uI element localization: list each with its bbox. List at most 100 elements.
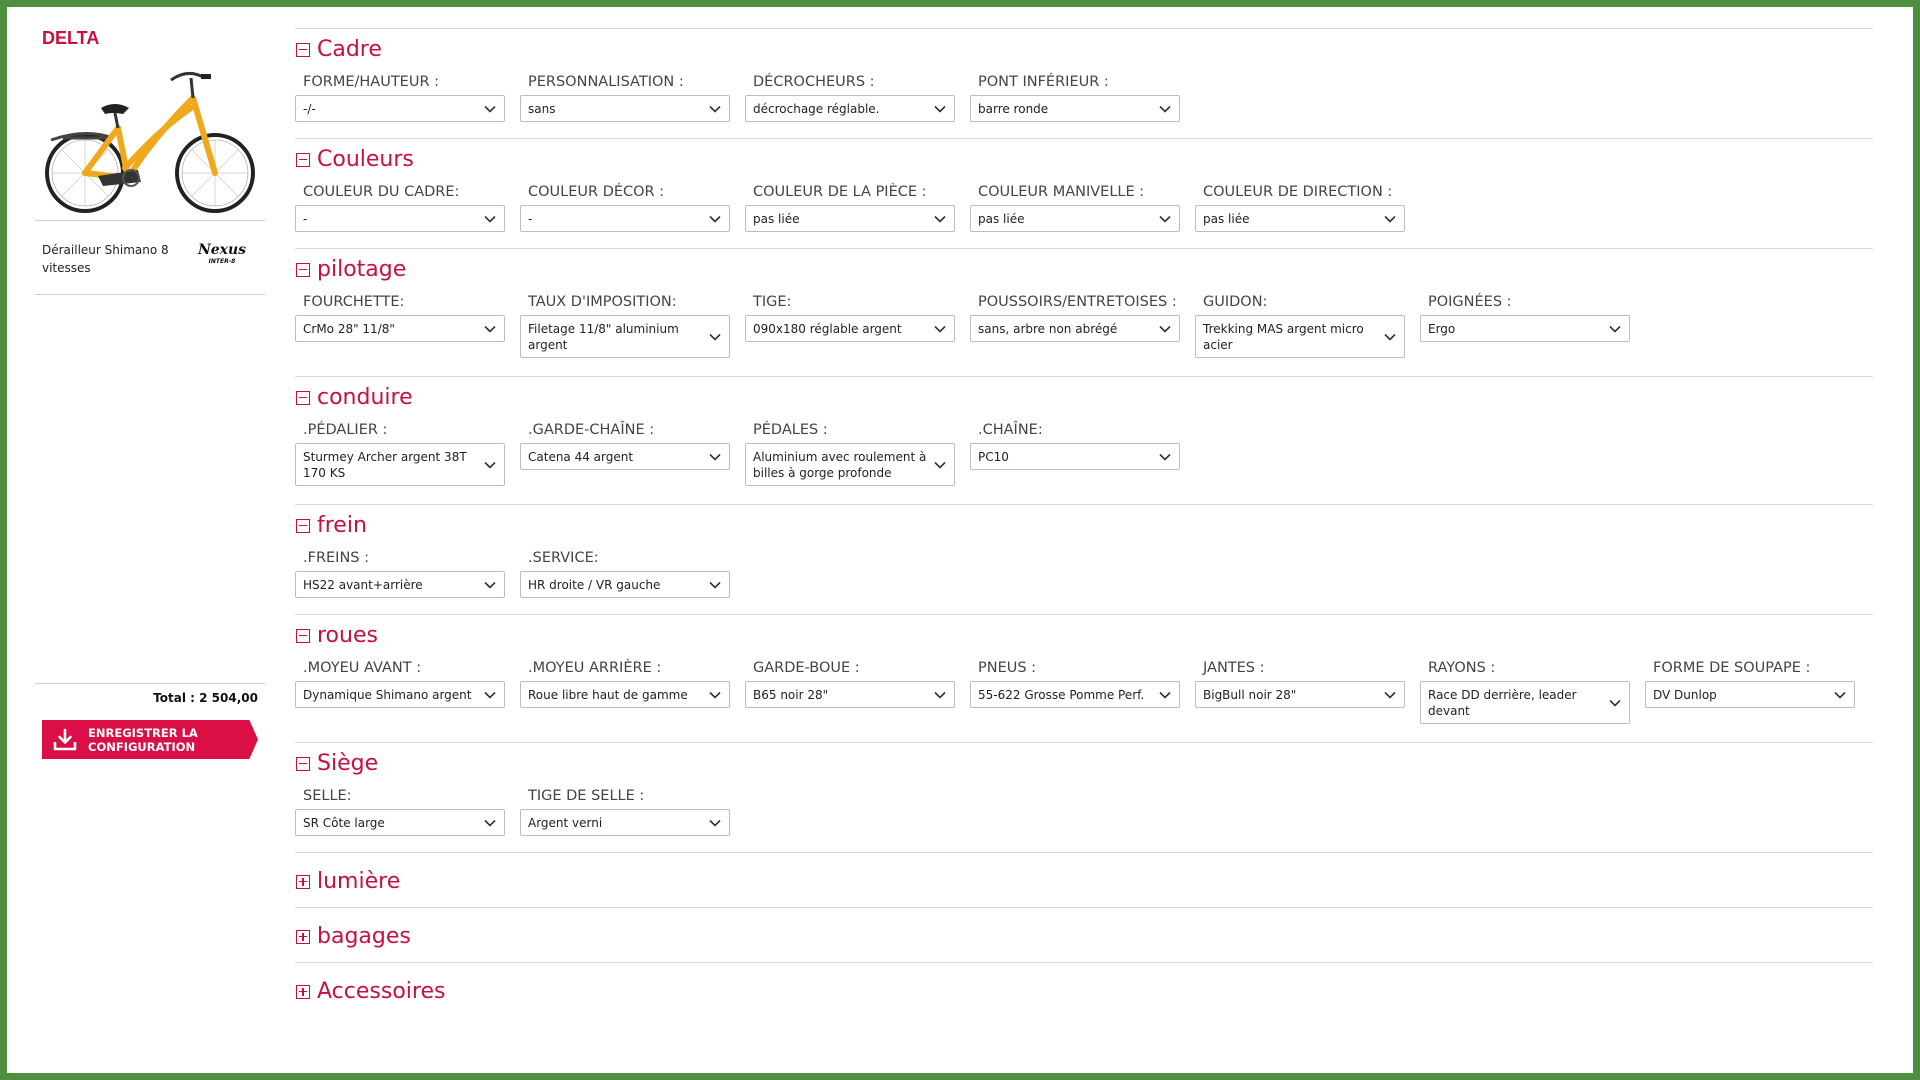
section-header[interactable]: Cadre — [295, 29, 1873, 67]
select-value: Catena 44 argent — [528, 450, 634, 464]
expand-icon[interactable] — [296, 929, 310, 944]
option-select[interactable]: Race DD derrière, leader devant — [1420, 681, 1630, 724]
field-label: GARDE-BOUE : — [753, 660, 860, 676]
option-select[interactable]: Roue libre haut de gamme — [520, 681, 730, 708]
option-select[interactable]: -/- — [295, 95, 505, 122]
option-field: PERSONNALISATION : sans — [520, 73, 730, 122]
option-select[interactable]: BigBull noir 28" — [1195, 681, 1405, 708]
collapse-icon[interactable] — [296, 756, 310, 771]
collapse-icon[interactable] — [296, 262, 310, 277]
option-select[interactable]: Aluminium avec roulement à billes à gorg… — [745, 443, 955, 486]
option-select[interactable]: pas liée — [1195, 205, 1405, 232]
expand-icon[interactable] — [296, 984, 310, 999]
section-title: pilotage — [317, 256, 407, 282]
section-title: Siège — [317, 750, 379, 776]
section-0: Cadre FORME/HAUTEUR : -/- PERSONNALISATION … — [295, 28, 1873, 138]
chevron-down-icon — [484, 105, 496, 113]
collapse-icon[interactable] — [296, 42, 310, 57]
field-row: .MOYEU AVANT : Dynamique Shimano argent .M… — [295, 653, 1873, 742]
option-select[interactable]: DV Dunlop — [1645, 681, 1855, 708]
section-header[interactable]: bagages — [295, 908, 1873, 962]
option-select[interactable]: pas liée — [745, 205, 955, 232]
option-field: GUIDON: Trekking MAS argent micro acier — [1195, 293, 1405, 358]
collapse-icon[interactable] — [296, 390, 310, 405]
field-label: FORME DE SOUPAPE : — [1653, 660, 1811, 676]
section-title: bagages — [317, 923, 411, 949]
chevron-down-icon — [709, 333, 721, 341]
option-select[interactable]: Ergo — [1420, 315, 1630, 342]
sidebar-divider — [35, 294, 265, 295]
option-field: FOURCHETTE: CrMo 28" 11/8" — [295, 293, 505, 358]
select-value: Argent verni — [528, 816, 603, 830]
collapse-icon[interactable] — [296, 518, 310, 533]
option-field: TIGE DE SELLE : Argent verni — [520, 787, 730, 836]
select-value: B65 noir 28" — [753, 688, 829, 702]
select-value: HS22 avant+arrière — [303, 578, 423, 592]
option-field: COULEUR DE LA PIÈCE : pas liée — [745, 183, 955, 232]
download-icon — [53, 728, 77, 750]
option-field: PONT INFÉRIEUR : barre ronde — [970, 73, 1180, 122]
chevron-down-icon — [709, 581, 721, 589]
option-select[interactable]: PC10 — [970, 443, 1180, 470]
option-select[interactable]: SR Côte large — [295, 809, 505, 836]
option-select[interactable]: 090x180 réglable argent — [745, 315, 955, 342]
field-label: RAYONS : — [1428, 660, 1496, 676]
option-select[interactable]: barre ronde — [970, 95, 1180, 122]
option-select[interactable]: sans, arbre non abrégé — [970, 315, 1180, 342]
expand-icon[interactable] — [296, 874, 310, 889]
chevron-down-icon — [1159, 215, 1171, 223]
section-header[interactable]: lumière — [295, 853, 1873, 907]
section-header[interactable]: conduire — [295, 377, 1873, 415]
chevron-down-icon — [484, 215, 496, 223]
sidebar-divider — [35, 683, 265, 684]
chevron-down-icon — [934, 691, 946, 699]
sidebar: DELTA Dérailleur Shimano 8 vitesses Nexu… — [35, 20, 265, 760]
option-select[interactable]: Argent verni — [520, 809, 730, 836]
option-field: JANTES : BigBull noir 28" — [1195, 659, 1405, 724]
field-label: .MOYEU AVANT : — [303, 660, 422, 676]
option-select[interactable]: B65 noir 28" — [745, 681, 955, 708]
select-value: Ergo — [1428, 322, 1456, 336]
option-select[interactable]: Trekking MAS argent micro acier — [1195, 315, 1405, 358]
field-label: PNEUS : — [978, 660, 1037, 676]
option-select[interactable]: pas liée — [970, 205, 1180, 232]
option-select[interactable]: 55-622 Grosse Pomme Perf. — [970, 681, 1180, 708]
option-field: COULEUR DE DIRECTION : pas liée — [1195, 183, 1405, 232]
option-select[interactable]: sans — [520, 95, 730, 122]
option-select[interactable]: Dynamique Shimano argent — [295, 681, 505, 708]
section-header[interactable]: pilotage — [295, 249, 1873, 287]
option-field: .MOYEU AVANT : Dynamique Shimano argent — [295, 659, 505, 724]
field-label: JANTES : — [1203, 660, 1265, 676]
select-value: Filetage 11/8" aluminium argent — [528, 322, 679, 352]
section-header[interactable]: Siège — [295, 743, 1873, 781]
option-select[interactable]: Catena 44 argent — [520, 443, 730, 470]
chevron-down-icon — [1384, 215, 1396, 223]
field-label: COULEUR MANIVELLE : — [978, 184, 1145, 200]
option-select[interactable]: CrMo 28" 11/8" — [295, 315, 505, 342]
section-header[interactable]: frein — [295, 505, 1873, 543]
save-configuration-button[interactable]: ENREGISTRER LA CONFIGURATION — [42, 720, 258, 759]
option-select[interactable]: - — [520, 205, 730, 232]
section-header[interactable]: Accessoires — [295, 963, 1873, 1017]
option-select[interactable]: décrochage réglable. — [745, 95, 955, 122]
option-select[interactable]: HS22 avant+arrière — [295, 571, 505, 598]
field-label: .CHAÎNE: — [978, 422, 1043, 438]
section-header[interactable]: Couleurs — [295, 139, 1873, 177]
select-value: HR droite / VR gauche — [528, 578, 661, 592]
option-select[interactable]: Filetage 11/8" aluminium argent — [520, 315, 730, 358]
save-button-label: ENREGISTRER LA CONFIGURATION — [88, 725, 198, 754]
section-5: roues .MOYEU AVANT : Dynamique Shimano arg… — [295, 614, 1873, 742]
section-header[interactable]: roues — [295, 615, 1873, 653]
option-field: FORME/HAUTEUR : -/- — [295, 73, 505, 122]
option-select[interactable]: Sturmey Archer argent 38T 170 KS — [295, 443, 505, 486]
field-label: POIGNÉES : — [1428, 294, 1512, 310]
field-label: TIGE: — [753, 294, 792, 310]
collapse-icon[interactable] — [296, 628, 310, 643]
chevron-down-icon — [1384, 691, 1396, 699]
option-select[interactable]: HR droite / VR gauche — [520, 571, 730, 598]
option-select[interactable]: - — [295, 205, 505, 232]
chevron-down-icon — [709, 819, 721, 827]
field-label: .MOYEU ARRIÈRE : — [528, 660, 662, 676]
collapse-icon[interactable] — [296, 152, 310, 167]
chevron-down-icon — [484, 691, 496, 699]
